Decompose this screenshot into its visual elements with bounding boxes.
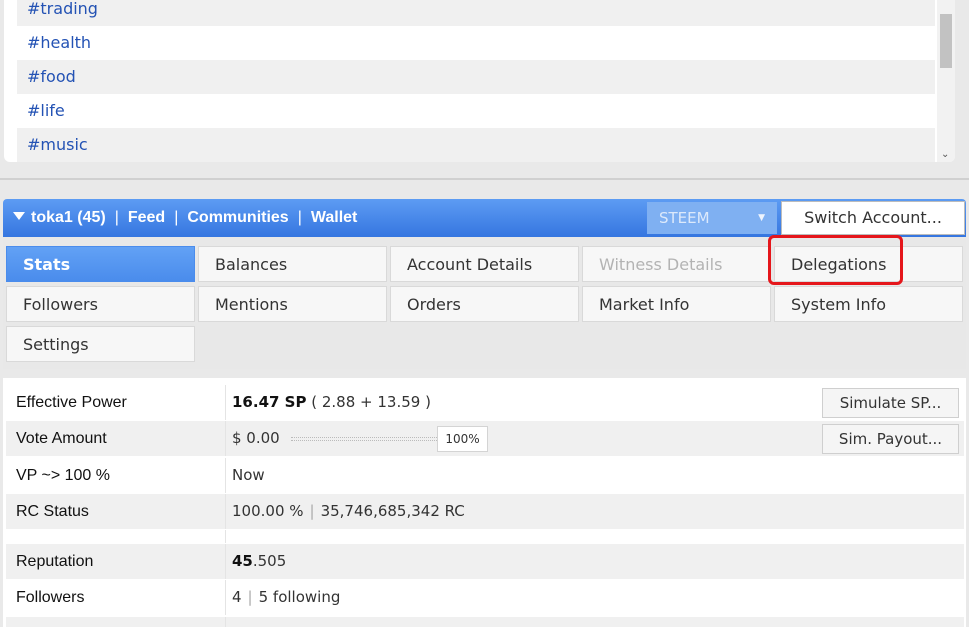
tag-list-scrollbar[interactable]: ⌄ [937, 0, 955, 162]
scroll-down-icon[interactable]: ⌄ [941, 149, 949, 160]
scroll-thumb[interactable] [940, 14, 952, 68]
stats-row-vp: VP ~> 100 % Now [6, 458, 964, 493]
switch-account-button[interactable]: Switch Account... [781, 201, 965, 235]
tag-list-panel: #trading #health #food #life #music ⌄ [0, 0, 969, 180]
rc-amount: 35,746,685,342 RC [320, 502, 465, 520]
column-divider [225, 494, 226, 529]
followers-count: 4 [232, 588, 242, 606]
tag-item[interactable]: #food [17, 60, 935, 94]
stats-table: Effective Power 16.47 SP ( 2.88 + 13.59 … [3, 378, 966, 627]
effective-power-breakdown: ( 2.88 + 13.59 ) [311, 393, 431, 411]
highlight-annotation [768, 235, 903, 285]
chain-select[interactable]: STEEM ▼ [647, 202, 777, 234]
row-label: Vote Amount [16, 430, 107, 447]
row-value: 4 | 5 following [232, 580, 340, 615]
column-divider [225, 617, 226, 627]
simulate-sp-button[interactable]: Simulate SP... [822, 388, 959, 418]
column-divider [225, 544, 226, 579]
tab-orders[interactable]: Orders [390, 286, 579, 322]
stats-row-followers: Followers 4 | 5 following [6, 580, 964, 615]
account-header: toka1 (45) | Feed | Communities | Wallet STEEM… [3, 199, 966, 237]
tab-mentions[interactable]: Mentions [198, 286, 387, 322]
tab-followers[interactable]: Followers [6, 286, 195, 322]
column-divider [225, 580, 226, 615]
reputation-int: 45 [232, 552, 253, 570]
account-name[interactable]: toka1 (45) [31, 209, 106, 226]
column-divider [225, 385, 226, 420]
tag-item[interactable]: #life [17, 94, 935, 128]
following-count: 5 following [258, 588, 341, 606]
row-value: 100.00 % | 35,746,685,342 RC [232, 494, 465, 529]
row-label: Followers [16, 589, 85, 606]
reputation-frac: .505 [252, 552, 287, 570]
rc-percent: 100.00 % [232, 502, 304, 520]
column-divider [225, 458, 226, 493]
nav-separator: | [174, 209, 179, 226]
tab-market-info[interactable]: Market Info [582, 286, 771, 322]
tag-item[interactable]: #trading [17, 0, 935, 26]
effective-power-sp: 16.47 SP [232, 393, 307, 411]
stats-row-partial [6, 617, 964, 627]
nav-communities[interactable]: Communities [187, 209, 288, 226]
row-label: VP ~> 100 % [16, 467, 110, 484]
dropdown-arrow-icon: ▼ [758, 213, 765, 223]
tag-item[interactable]: #health [17, 26, 935, 60]
column-divider [225, 421, 226, 456]
column-divider [225, 530, 226, 543]
value-separator: | [247, 588, 253, 606]
chain-select-value: STEEM [659, 209, 710, 227]
tab-stats[interactable]: Stats [6, 246, 195, 282]
tag-list-box: #trading #health #food #life #music ⌄ [4, 0, 955, 162]
sim-payout-button[interactable]: Sim. Payout... [822, 424, 959, 454]
tag-list: #trading #health #food #life #music [17, 0, 935, 162]
tab-settings[interactable]: Settings [6, 326, 195, 362]
stats-row-rc-status: RC Status 100.00 % | 35,746,685,342 RC [6, 494, 964, 529]
value-separator: | [309, 502, 315, 520]
vote-slider[interactable] [291, 437, 437, 441]
row-label: Reputation [16, 553, 94, 570]
row-value: 16.47 SP ( 2.88 + 13.59 ) [232, 385, 431, 420]
stats-spacer [6, 530, 964, 543]
row-label: RC Status [16, 503, 89, 520]
tab-witness-details: Witness Details [582, 246, 771, 282]
nav-wallet[interactable]: Wallet [311, 209, 358, 226]
tab-account-details[interactable]: Account Details [390, 246, 579, 282]
tag-item[interactable]: #music [17, 128, 935, 162]
nav-separator: | [297, 209, 302, 226]
stats-row-vote-amount: Vote Amount $ 0.00 100% Sim. Payout... [6, 421, 964, 456]
row-value: Now [232, 466, 265, 484]
row-label: Effective Power [16, 394, 127, 411]
nav-feed[interactable]: Feed [128, 209, 165, 226]
divider [0, 178, 969, 180]
tab-balances[interactable]: Balances [198, 246, 387, 282]
header-nav: toka1 (45) | Feed | Communities | Wallet [13, 199, 357, 237]
vote-percent[interactable]: 100% [437, 426, 488, 452]
stats-row-reputation: Reputation 45.505 [6, 544, 964, 579]
tab-system-info[interactable]: System Info [774, 286, 963, 322]
nav-separator: | [114, 209, 119, 226]
stats-row-effective-power: Effective Power 16.47 SP ( 2.88 + 13.59 … [6, 385, 964, 420]
vote-amount-value: $ 0.00 [232, 429, 280, 447]
caret-down-icon[interactable] [13, 212, 25, 220]
row-value: 45.505 [232, 544, 286, 579]
